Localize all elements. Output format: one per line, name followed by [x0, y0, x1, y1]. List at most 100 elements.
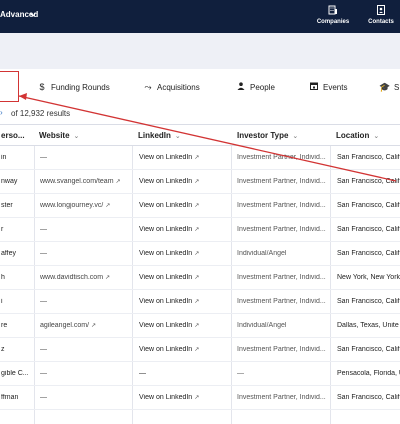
investor-type-cell: Individual/Angel: [237, 250, 332, 257]
table-row[interactable]: i — View on LinkedIn ↗ Investment Partner, I…: [0, 290, 400, 314]
highlighted-tab-box[interactable]: [0, 71, 19, 102]
tab-people[interactable]: People: [235, 82, 275, 92]
person-name-cell[interactable]: affey: [1, 250, 34, 257]
website-cell-text: www.longjourney.vc/: [40, 202, 104, 209]
person-name-cell[interactable]: ffman: [1, 394, 34, 401]
table-row[interactable]: gible C... — — — Pensacola, Florida, U: [0, 362, 400, 386]
external-link-icon: ↗: [194, 323, 200, 329]
location-cell: San Francisco, Califo: [337, 250, 400, 257]
investor-type-cell-text: Investment Partner, Individ...: [237, 154, 326, 161]
column-header-investor-type[interactable]: Investor Type ⌄: [237, 131, 298, 140]
website-cell-text: agileangel.com/: [40, 322, 90, 329]
column-header-location[interactable]: Location ⌄: [336, 131, 379, 140]
investor-type-cell-text: Investment Partner, Individ...: [237, 394, 326, 401]
linkedin-cell[interactable]: View on LinkedIn ↗: [139, 346, 231, 353]
person-name-cell[interactable]: i: [1, 298, 34, 305]
person-name-cell-text: z: [1, 346, 5, 353]
top-nav-bar: Advanced Companies Contacts: [0, 0, 400, 33]
website-cell: —: [40, 226, 135, 233]
investor-type-cell-text: Investment Partner, Individ...: [237, 202, 326, 209]
investor-type-cell: Investment Partner, Individ...: [237, 202, 332, 209]
tab-label: Events: [323, 83, 348, 92]
location-cell: Dallas, Texas, Unite: [337, 322, 400, 329]
table-row[interactable]: h www.davidtisch.com ↗ View on LinkedIn ↗ Inv…: [0, 266, 400, 290]
person-name-cell[interactable]: in: [1, 154, 34, 161]
linkedin-cell[interactable]: View on LinkedIn ↗: [139, 226, 231, 233]
tab-label: S: [394, 83, 400, 92]
chevron-down-icon[interactable]: [30, 9, 36, 19]
linkedin-cell-text: View on LinkedIn: [139, 346, 193, 353]
person-name-cell[interactable]: r: [1, 226, 34, 233]
sort-icon[interactable]: ⌄: [74, 133, 80, 140]
sort-icon[interactable]: ⌄: [292, 133, 298, 140]
website-cell[interactable]: www.svangel.com/team ↗: [40, 178, 135, 185]
person-name-cell[interactable]: z: [1, 346, 34, 353]
website-cell[interactable]: www.longjourney.vc/↗: [40, 202, 135, 209]
person-name-cell-text: r: [1, 226, 4, 233]
linkedin-cell-text: View on LinkedIn: [139, 154, 193, 161]
table-row[interactable]: re agileangel.com/↗ View on LinkedIn ↗ Indiv…: [0, 314, 400, 338]
column-header-label: Investor Type: [237, 131, 289, 140]
website-cell[interactable]: agileangel.com/↗: [40, 322, 135, 329]
external-link-icon: ↗: [194, 347, 200, 353]
sort-icon[interactable]: ⌄: [175, 133, 181, 140]
linkedin-cell[interactable]: View on LinkedIn ↗: [139, 250, 231, 257]
tab-acquisitions[interactable]: ⤳ Acquisitions: [142, 82, 199, 93]
column-header-person[interactable]: erso...: [1, 131, 25, 140]
investor-type-cell: Investment Partner, Individ...: [237, 394, 332, 401]
person-name-cell-text: ffman: [1, 394, 19, 401]
sort-icon[interactable]: ⌄: [373, 133, 379, 140]
linkedin-cell[interactable]: View on LinkedIn ↗: [139, 202, 231, 209]
investor-type-cell: Investment Partner, Individ...: [237, 178, 332, 185]
website-cell: —: [40, 154, 135, 161]
investor-type-cell: Individual/Angel: [237, 322, 332, 329]
investor-type-cell-text: —: [237, 370, 244, 377]
dollar-icon: $: [39, 82, 45, 92]
location-cell-text: San Francisco, Califo: [337, 298, 400, 305]
table-row[interactable]: ster www.longjourney.vc/↗ View on LinkedIn…: [0, 194, 400, 218]
linkedin-cell-text: View on LinkedIn: [139, 226, 193, 233]
person-name-cell[interactable]: ster: [1, 202, 34, 209]
linkedin-cell[interactable]: View on LinkedIn ↗: [139, 178, 231, 185]
person-name-cell-text: re: [1, 322, 8, 329]
linkedin-cell[interactable]: View on LinkedIn ↗: [139, 322, 231, 329]
table-row[interactable]: z — View on LinkedIn ↗ Investment Partner, I…: [0, 338, 400, 362]
graduation-cap-icon: 🎓: [379, 82, 391, 92]
nav-companies-button[interactable]: Companies: [313, 5, 353, 25]
location-cell: San Francisco, Califo: [337, 226, 400, 233]
investor-type-cell: Investment Partner, Individ...: [237, 274, 332, 281]
results-count: of 12,932 results: [11, 109, 71, 118]
tab-funding-rounds[interactable]: $ Funding Rounds: [36, 82, 109, 92]
column-header-linkedin[interactable]: LinkedIn ⌄: [138, 131, 181, 140]
table-row[interactable]: affey — View on LinkedIn ↗ Individual/Angel S…: [0, 242, 400, 266]
person-name-cell[interactable]: gible C...: [1, 370, 34, 377]
column-header-website[interactable]: Website ⌄: [39, 131, 79, 140]
person-name-cell[interactable]: h: [1, 274, 34, 281]
chevron-right-icon[interactable]: ›: [0, 108, 3, 117]
linkedin-cell[interactable]: View on LinkedIn ↗: [139, 394, 231, 401]
location-cell-text: San Francisco, Califo: [337, 394, 400, 401]
table-row[interactable]: r — View on LinkedIn ↗ Investment Partner, I…: [0, 218, 400, 242]
person-name-cell-text: i: [1, 298, 3, 305]
table-row[interactable]: in — View on LinkedIn ↗ Investment Partner, …: [0, 146, 400, 170]
column-header-label: LinkedIn: [138, 131, 171, 140]
person-name-cell[interactable]: nway: [1, 178, 34, 185]
location-cell: Pensacola, Florida, U: [337, 370, 400, 377]
location-cell-text: San Francisco, Califo: [337, 226, 400, 233]
website-cell[interactable]: www.davidtisch.com ↗: [40, 274, 135, 281]
linkedin-cell[interactable]: View on LinkedIn ↗: [139, 154, 231, 161]
investor-type-cell-text: Individual/Angel: [237, 250, 287, 257]
tab-events[interactable]: Events: [308, 82, 347, 92]
location-cell: San Francisco, Califo: [337, 154, 400, 161]
table-row[interactable]: ffman — View on LinkedIn ↗ Investment Partne…: [0, 386, 400, 410]
person-name-cell[interactable]: re: [1, 322, 34, 329]
table-row[interactable]: nway www.svangel.com/team ↗ View on LinkedI…: [0, 170, 400, 194]
location-cell-text: San Francisco, Califo: [337, 202, 400, 209]
nav-contacts-button[interactable]: Contacts: [361, 5, 400, 25]
external-link-icon: ↗: [194, 251, 200, 257]
investor-type-cell-text: Investment Partner, Individ...: [237, 298, 326, 305]
linkedin-cell: —: [139, 370, 231, 377]
linkedin-cell[interactable]: View on LinkedIn ↗: [139, 274, 231, 281]
tab-schools[interactable]: 🎓 S: [379, 82, 399, 93]
linkedin-cell[interactable]: View on LinkedIn ↗: [139, 298, 231, 305]
